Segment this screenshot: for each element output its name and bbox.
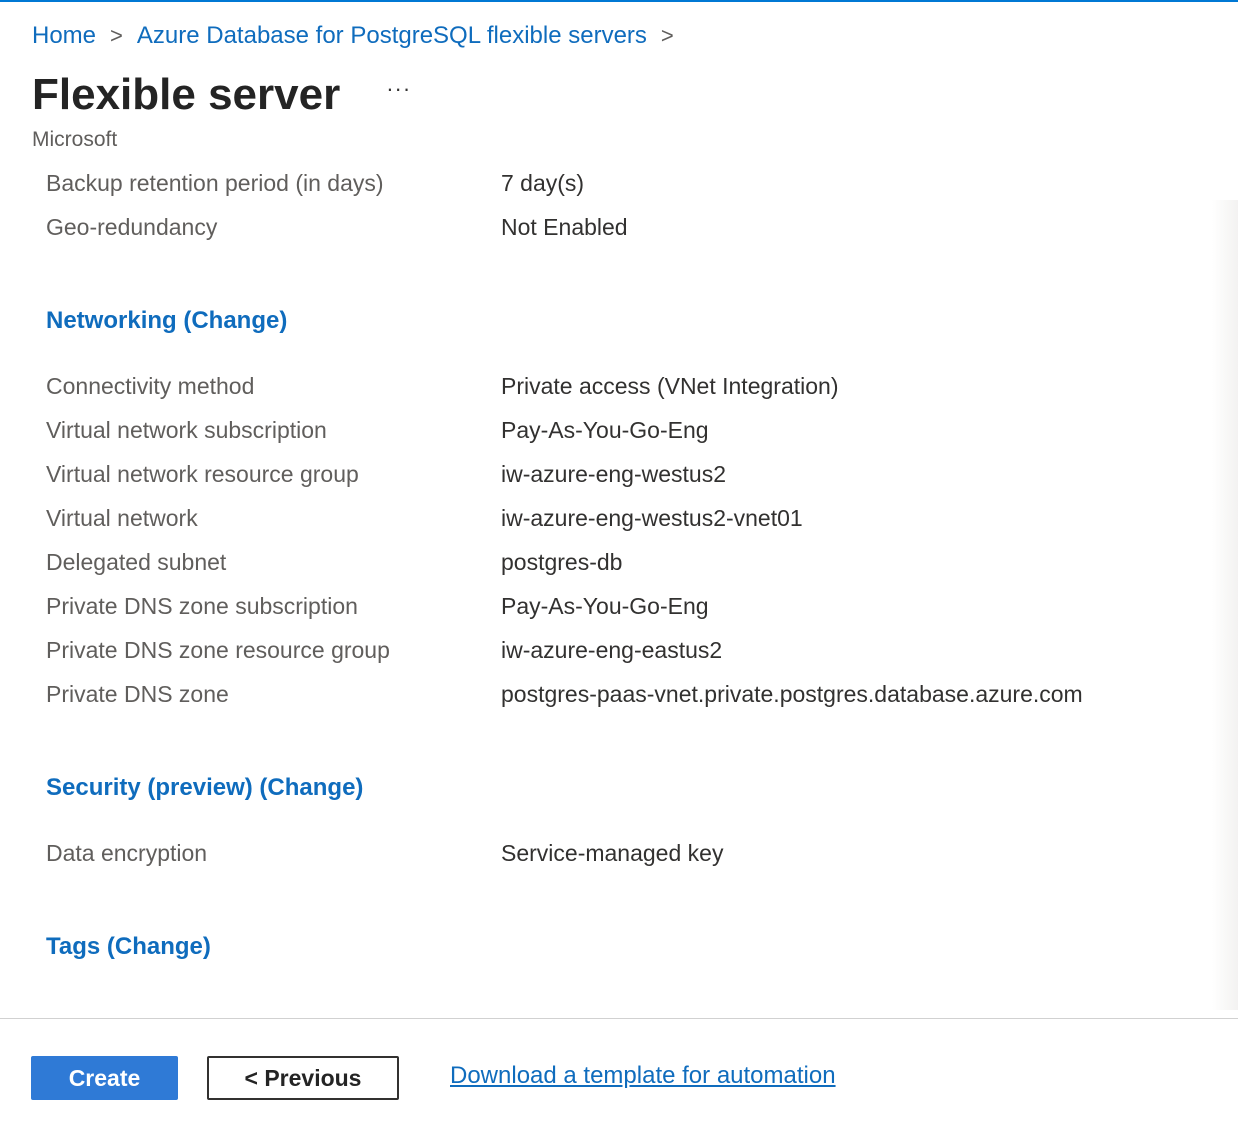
summary-value: iw-azure-eng-westus2-vnet01 (501, 504, 803, 531)
summary-value: 7 day(s) (501, 169, 585, 196)
summary-row-virtual-network: Virtual network iw-azure-eng-westus2-vne… (46, 502, 1196, 534)
page-title: Flexible server (32, 70, 341, 119)
top-accent-line (0, 0, 1238, 2)
security-change-link[interactable]: Security (preview) (Change) (46, 774, 363, 802)
summary-label: Virtual network subscription (46, 416, 327, 443)
summary-label: Delegated subnet (46, 548, 227, 575)
summary-row-dns-zone-resource-group: Private DNS zone resource group iw-azure… (46, 634, 1196, 666)
summary-value: iw-azure-eng-westus2 (501, 460, 726, 487)
summary-value: Not Enabled (501, 213, 628, 240)
chevron-right-icon: > (660, 23, 674, 48)
summary-row-dns-zone-subscription: Private DNS zone subscription Pay-As-You… (46, 590, 1196, 622)
breadcrumb-home-link[interactable]: Home (32, 22, 96, 50)
summary-value: postgres-paas-vnet.private.postgres.data… (501, 680, 1083, 707)
create-button[interactable]: Create (31, 1056, 178, 1100)
summary-row-backup-retention: Backup retention period (in days) 7 day(… (46, 167, 1196, 199)
summary-row-vnet-resource-group: Virtual network resource group iw-azure-… (46, 458, 1196, 490)
tags-change-link[interactable]: Tags (Change) (46, 933, 211, 961)
footer-divider (0, 1018, 1238, 1019)
summary-label: Private DNS zone resource group (46, 636, 390, 663)
summary-label: Private DNS zone (46, 680, 229, 707)
networking-change-link[interactable]: Networking (Change) (46, 307, 287, 335)
summary-label: Virtual network (46, 504, 198, 531)
summary-value: Service-managed key (501, 839, 724, 866)
breadcrumb-postgres-servers-link[interactable]: Azure Database for PostgreSQL flexible s… (137, 22, 647, 50)
summary-value: postgres-db (501, 548, 623, 575)
scroll-shadow (1212, 200, 1238, 1010)
summary-row-data-encryption: Data encryption Service-managed key (46, 837, 1196, 869)
breadcrumb: Home > Azure Database for PostgreSQL fle… (32, 20, 688, 52)
summary-value: iw-azure-eng-eastus2 (501, 636, 723, 663)
summary-value: Private access (VNet Integration) (501, 372, 839, 399)
summary-label: Geo-redundancy (46, 213, 218, 240)
previous-button[interactable]: < Previous (207, 1056, 399, 1100)
more-options-icon[interactable]: ··· (386, 76, 411, 102)
publisher-label: Microsoft (32, 128, 118, 151)
download-template-link[interactable]: Download a template for automation (450, 1062, 836, 1090)
page-header: Flexible server ··· (32, 70, 411, 120)
summary-value: Pay-As-You-Go-Eng (501, 416, 709, 443)
summary-row-vnet-subscription: Virtual network subscription Pay-As-You-… (46, 414, 1196, 446)
summary-value: Pay-As-You-Go-Eng (501, 592, 709, 619)
summary-label: Backup retention period (in days) (46, 169, 384, 196)
summary-label: Virtual network resource group (46, 460, 359, 487)
summary-row-delegated-subnet: Delegated subnet postgres-db (46, 546, 1196, 578)
summary-label: Private DNS zone subscription (46, 592, 358, 619)
chevron-right-icon: > (110, 23, 123, 48)
summary-row-connectivity-method: Connectivity method Private access (VNet… (46, 370, 1196, 402)
summary-row-private-dns-zone: Private DNS zone postgres-paas-vnet.priv… (46, 678, 1196, 710)
summary-row-geo-redundancy: Geo-redundancy Not Enabled (46, 211, 1196, 243)
summary-label: Data encryption (46, 839, 208, 866)
summary-label: Connectivity method (46, 372, 255, 399)
